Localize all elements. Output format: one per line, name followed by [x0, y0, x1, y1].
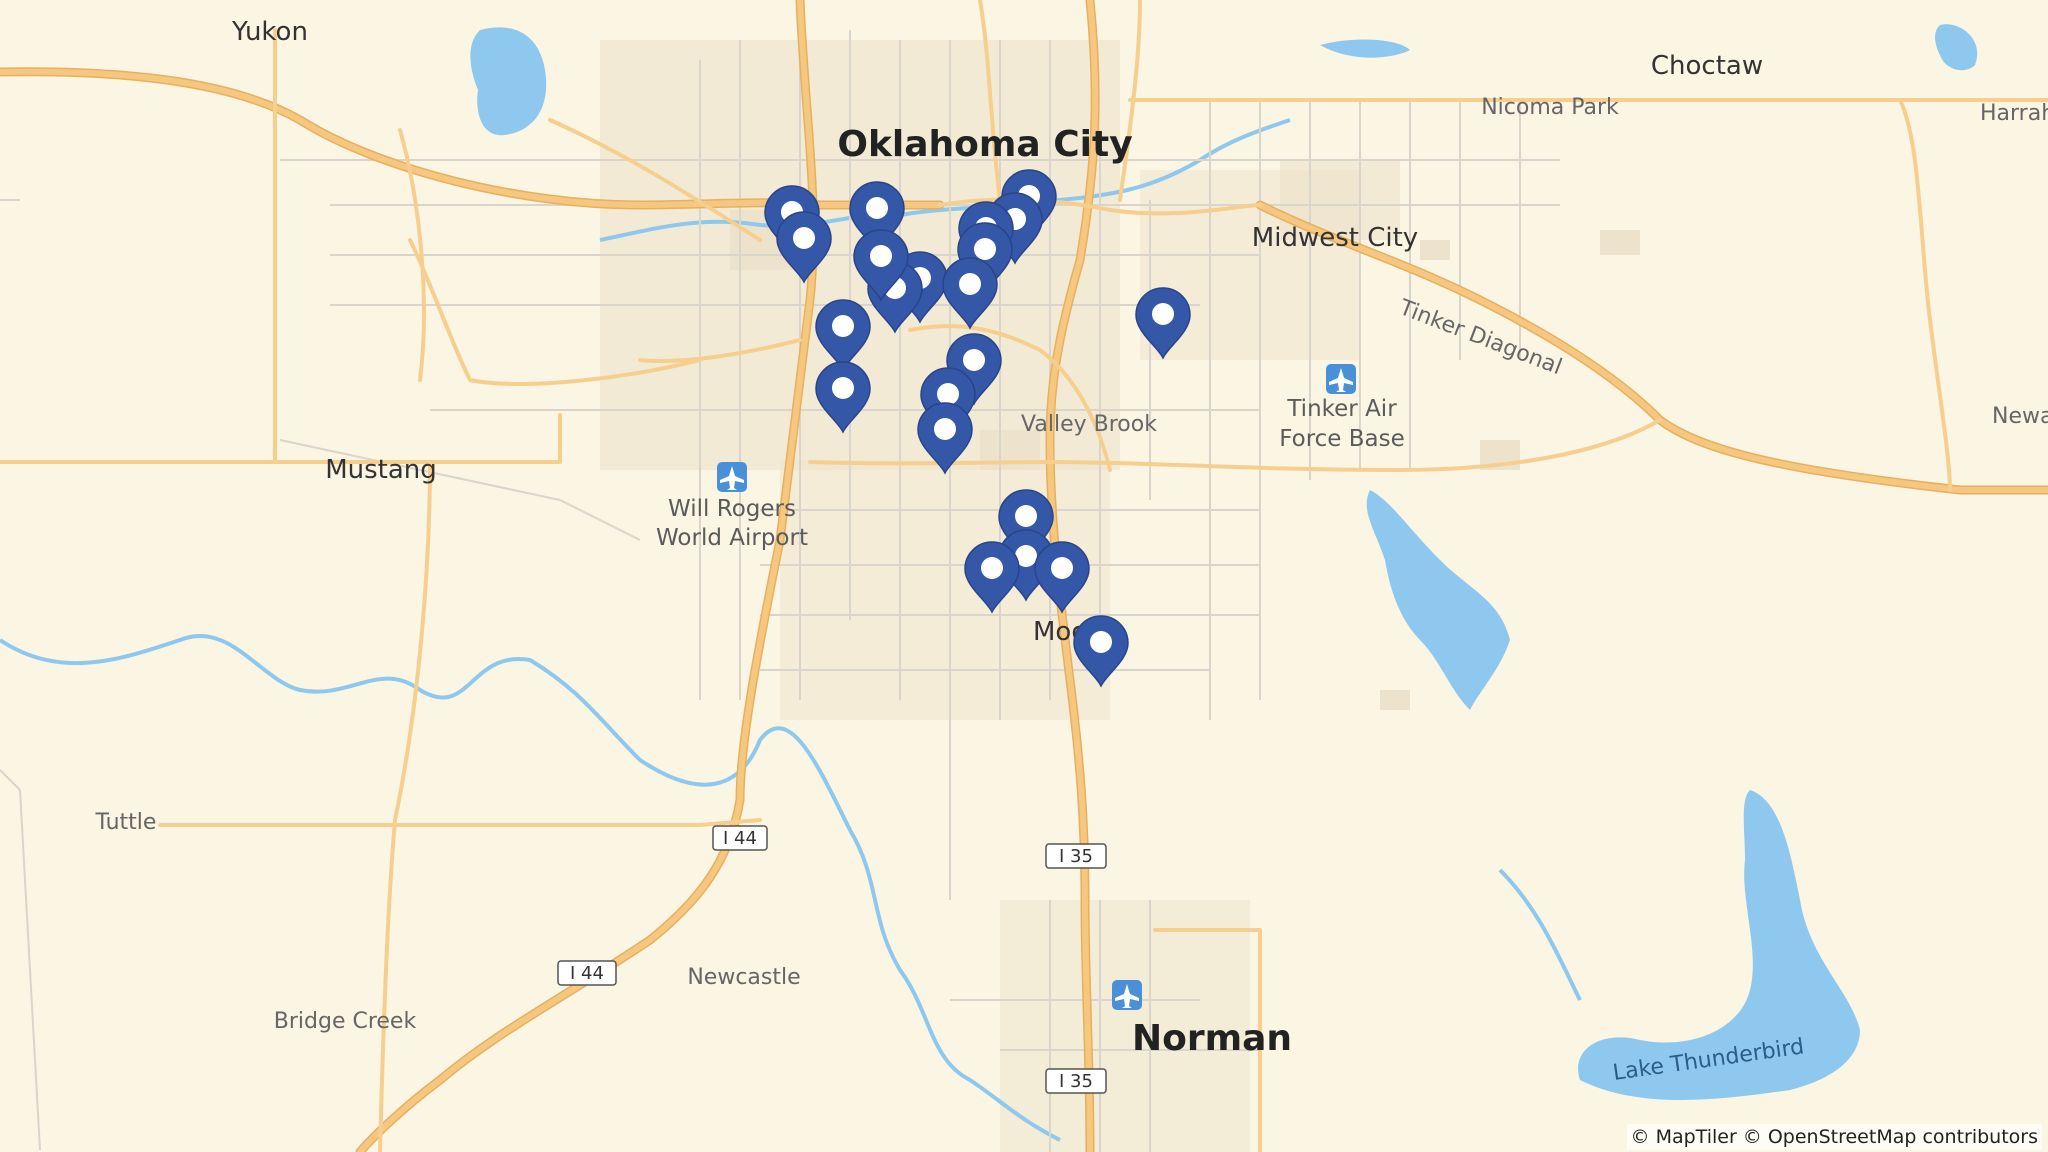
shield-i44-a: I 44 [712, 825, 768, 851]
town-label-valley-brook: Valley Brook [1021, 412, 1157, 437]
town-label-midwest-city: Midwest City [1252, 223, 1418, 253]
town-label-mustang: Mustang [325, 455, 437, 485]
map-canvas[interactable]: Tinker Diagonal Lake Thunderbird I 44 I … [0, 0, 2048, 1152]
shield-i44-b: I 44 [557, 960, 617, 986]
poi-label-airport-1: Will Rogers [668, 496, 796, 522]
airport-icon [1112, 980, 1142, 1010]
town-label-newalla: Newall [1992, 404, 2048, 429]
town-label-yukon: Yukon [231, 17, 308, 47]
shield-i35-b: I 35 [1045, 1068, 1107, 1094]
poi-label-tinker-2: Force Base [1279, 426, 1405, 452]
airport-icon [1326, 364, 1356, 394]
airport-icon [717, 462, 747, 492]
svg-text:I 35: I 35 [1059, 846, 1093, 867]
svg-text:I 44: I 44 [570, 963, 604, 984]
town-label-tuttle: Tuttle [95, 810, 157, 835]
town-label-choctaw: Choctaw [1651, 51, 1763, 81]
svg-text:I 44: I 44 [723, 828, 757, 849]
shield-i35-a: I 35 [1045, 843, 1107, 869]
town-label-bridge-creek: Bridge Creek [274, 1009, 417, 1034]
town-label-newcastle: Newcastle [687, 965, 800, 990]
town-label-harrah: Harrah [1980, 101, 2048, 126]
city-label-norman: Norman [1132, 1018, 1292, 1059]
map-attribution[interactable]: © MapTiler © OpenStreetMap contributors [1626, 1124, 2042, 1150]
town-label-nicoma-park: Nicoma Park [1481, 95, 1619, 120]
svg-text:I 35: I 35 [1059, 1071, 1093, 1092]
city-label-oklahoma-city: Oklahoma City [837, 124, 1132, 165]
road-label-tinker-diagonal: Tinker Diagonal [1395, 295, 1565, 380]
poi-label-tinker-1: Tinker Air [1286, 396, 1397, 422]
map-basemap: Tinker Diagonal Lake Thunderbird I 44 I … [0, 0, 2048, 1152]
poi-label-airport-2: World Airport [656, 525, 808, 551]
